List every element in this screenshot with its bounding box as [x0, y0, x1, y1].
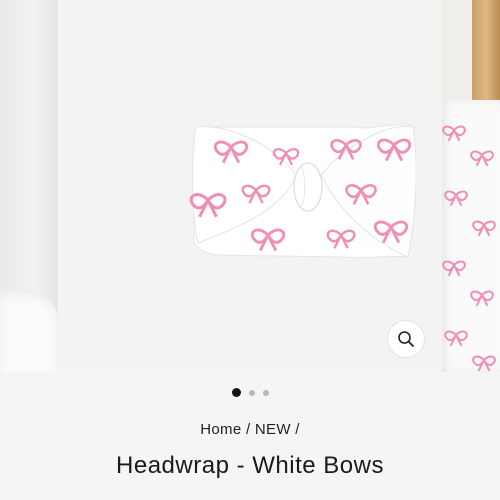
zoom-button[interactable] — [387, 320, 425, 358]
next-slide-peek[interactable] — [442, 0, 500, 372]
previous-slide-peek[interactable] — [0, 0, 58, 372]
headwrap-image — [189, 124, 416, 259]
bow-pattern — [442, 125, 496, 372]
magnifier-icon — [398, 331, 414, 347]
carousel-pagination — [0, 388, 500, 397]
breadcrumb: Home / NEW / — [0, 421, 500, 438]
carousel-dot-3[interactable] — [262, 389, 269, 396]
breadcrumb-separator: / — [245, 421, 251, 438]
breadcrumb-category-link[interactable]: NEW — [255, 421, 291, 438]
bow-fabric-image — [442, 100, 500, 372]
breadcrumb-home-link[interactable]: Home — [200, 421, 241, 438]
product-title: Headwrap - White Bows — [116, 452, 384, 479]
carousel-dot-2[interactable] — [248, 389, 255, 396]
product-page: Home / NEW / Headwrap - White Bows — [0, 0, 500, 500]
blanket-image — [0, 290, 58, 372]
product-image[interactable] — [58, 0, 442, 372]
image-carousel[interactable] — [0, 0, 500, 372]
crib-rail-image — [472, 0, 500, 110]
carousel-dot-1[interactable] — [231, 388, 241, 397]
breadcrumb-separator: / — [295, 421, 300, 438]
